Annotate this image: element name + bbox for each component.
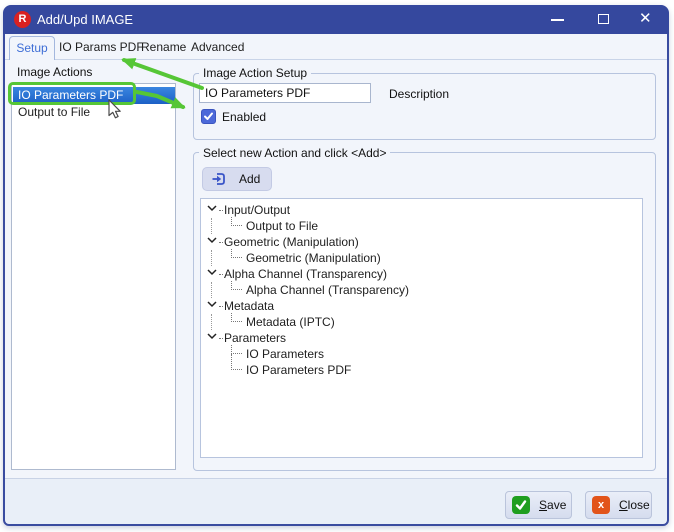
tree-connector [231,217,242,226]
window-title: Add/Upd IMAGE [37,12,134,27]
list-item-output-to-file[interactable]: Output to File [13,104,175,121]
tree-connector [219,210,223,211]
tree-node-geometric[interactable]: Geometric (Manipulation) [200,234,640,250]
enabled-checkbox[interactable] [201,109,216,124]
save-button-label: Save [539,498,567,512]
image-actions-list[interactable]: IO Parameters PDF Output to File [11,83,176,470]
tree-connector [219,242,223,243]
chevron-down-icon [207,333,217,340]
tabbar-divider [5,59,667,60]
add-import-icon [212,173,225,185]
tree-connector [231,313,242,322]
tree-node-metadata[interactable]: Metadata [200,298,640,314]
image-actions-label: Image Actions [17,65,93,79]
close-icon[interactable]: ✕ [639,10,652,28]
chevron-down-icon [207,269,217,276]
tab-setup[interactable]: Setup [9,36,55,60]
save-check-icon [512,496,530,514]
tree-connector [231,361,242,370]
tree-node-label: IO Parameters [246,347,325,361]
tree-connector [231,249,242,258]
tree-node-label: Metadata (IPTC) [246,315,335,329]
description-label: Description [389,87,450,101]
chevron-down-icon [207,301,217,308]
screenshot-stage: R Add/Upd IMAGE ✕ Setup IO Params PDF Re… [0,0,674,532]
tree-node-label: Geometric (Manipulation) [224,235,359,249]
tab-advanced[interactable]: Advanced [191,40,244,54]
tree-node-label: Alpha Channel (Transparency) [246,283,409,297]
annotation-highlight-box [8,82,136,105]
chevron-down-icon [207,237,217,244]
tree-node-alpha-channel-child[interactable]: Alpha Channel (Transparency) [200,281,640,298]
tree-node-alpha-channel[interactable]: Alpha Channel (Transparency) [200,266,640,282]
select-new-action-title: Select new Action and click <Add> [199,146,391,160]
tree-connector [219,274,223,275]
tab-io-params-pdf[interactable]: IO Params PDF [59,40,144,54]
tree-connector [211,218,212,234]
tree-connector [219,338,223,339]
tree-node-label: Alpha Channel (Transparency) [224,267,387,281]
action-name-input[interactable] [199,83,371,103]
app-logo-icon: R [14,11,31,28]
tree-node-geometric-child[interactable]: Geometric (Manipulation) [200,249,640,266]
tree-connector [231,345,242,354]
tree-node-label: Output to File [246,219,319,233]
tree-connector [231,281,242,290]
add-button-label: Add [239,172,261,186]
tab-rename[interactable]: Rename [141,40,186,54]
image-action-setup-title: Image Action Setup [199,66,312,80]
chevron-down-icon [207,205,217,212]
close-button[interactable]: x Close [585,491,652,519]
check-icon [204,112,213,120]
tree-connector [211,282,212,298]
tree-node-label: Geometric (Manipulation) [246,251,381,265]
close-x-icon: x [592,496,610,514]
close-button-label: Close [619,498,650,512]
tree-node-metadata-iptc[interactable]: Metadata (IPTC) [200,313,640,330]
save-button[interactable]: Save [505,491,572,519]
minimize-icon[interactable] [551,19,564,21]
tree-node-output-to-file[interactable]: Output to File [200,217,640,234]
tree-node-input-output[interactable]: Input/Output [200,202,640,218]
add-button[interactable]: Add [202,167,272,191]
tree-node-label: Parameters [224,331,287,345]
tree-node-label: Input/Output [224,203,291,217]
tree-node-label: Metadata [224,299,275,313]
tree-node-parameters[interactable]: Parameters [200,330,640,346]
tree-connector [219,306,223,307]
tree-node-label: IO Parameters PDF [246,363,352,377]
maximize-icon[interactable] [598,14,609,24]
enabled-label: Enabled [222,110,267,124]
tree-connector [211,314,212,330]
tree-node-io-parameters-pdf[interactable]: IO Parameters PDF [200,361,640,378]
tree-connector [211,250,212,266]
tree-node-io-parameters[interactable]: IO Parameters [200,345,640,362]
